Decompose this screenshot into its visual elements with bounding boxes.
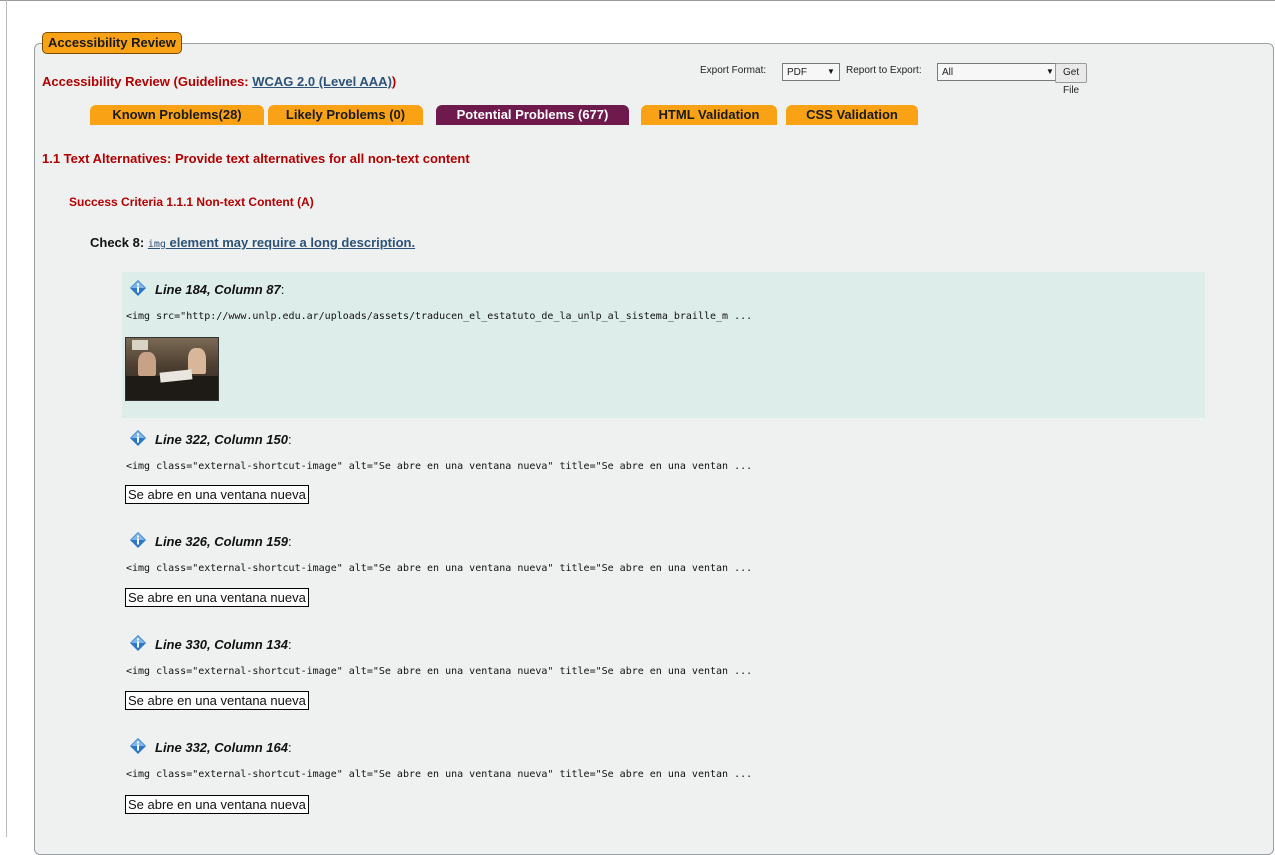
guidelines-link[interactable]: WCAG 2.0 (Level AAA) xyxy=(252,74,392,89)
item-location: Line 326, Column 159: xyxy=(130,532,292,549)
item-thumbnail-image xyxy=(125,337,219,401)
item-location: Line 332, Column 164: xyxy=(130,738,292,755)
chevron-down-icon: ▼ xyxy=(827,67,835,76)
check-link[interactable]: img element may require a long descripti… xyxy=(148,235,415,250)
title-prefix: Accessibility Review (Guidelines: xyxy=(42,74,253,89)
tab-known-problems[interactable]: Known Problems(28) xyxy=(90,105,264,125)
item-code: <img class="external-shortcut-image" alt… xyxy=(126,769,753,780)
item-alt-text: Se abre en una ventana nueva xyxy=(125,588,309,607)
check-prefix: Check 8: xyxy=(90,235,148,250)
check-heading: Check 8: img element may require a long … xyxy=(90,235,415,250)
info-icon xyxy=(130,635,146,651)
panel-legend: Accessibility Review xyxy=(42,32,182,54)
item-location: Line 330, Column 134: xyxy=(130,635,292,652)
item-location-text: Line 326, Column 159 xyxy=(155,534,288,549)
item-alt-text: Se abre en una ventana nueva xyxy=(125,795,309,814)
report-to-export-select[interactable]: All ▼ xyxy=(937,63,1059,81)
check-link-text: element may require a long description. xyxy=(165,235,416,250)
item-location-text: Line 184, Column 87 xyxy=(155,282,281,297)
info-icon xyxy=(130,280,146,296)
get-file-button[interactable]: Get File xyxy=(1055,63,1088,96)
item-location-text: Line 332, Column 164 xyxy=(155,740,288,755)
export-format-label: Export Format: xyxy=(700,65,767,76)
highlighted-item xyxy=(122,272,1205,418)
item-code: <img src="http://www.unlp.edu.ar/uploads… xyxy=(126,311,753,322)
title-suffix: ) xyxy=(391,74,397,89)
info-icon xyxy=(130,532,146,548)
tab-html-validation[interactable]: HTML Validation xyxy=(641,105,777,125)
item-alt-text: Se abre en una ventana nueva xyxy=(125,691,309,710)
export-format-value: PDF xyxy=(787,67,807,78)
export-format-select[interactable]: PDF ▼ xyxy=(782,63,840,81)
tab-likely-problems[interactable]: Likely Problems (0) xyxy=(268,105,423,125)
item-code: <img class="external-shortcut-image" alt… xyxy=(126,666,753,677)
item-location-text: Line 322, Column 150 xyxy=(155,432,288,447)
item-location-text: Line 330, Column 134 xyxy=(155,637,288,652)
tab-css-validation[interactable]: CSS Validation xyxy=(786,105,918,125)
guideline-heading: 1.1 Text Alternatives: Provide text alte… xyxy=(42,151,470,166)
item-code: <img class="external-shortcut-image" alt… xyxy=(126,563,753,574)
check-code: img xyxy=(147,239,166,250)
item-alt-text: Se abre en una ventana nueva xyxy=(125,485,309,504)
info-icon xyxy=(130,738,146,754)
success-criteria-heading: Success Criteria 1.1.1 Non-text Content … xyxy=(69,195,314,209)
review-title: Accessibility Review (Guidelines: WCAG 2… xyxy=(42,74,396,89)
report-to-export-label: Report to Export: xyxy=(846,65,922,76)
report-to-export-value: All xyxy=(942,67,954,78)
window-top-border xyxy=(0,0,1275,1)
item-code: <img class="external-shortcut-image" alt… xyxy=(126,461,753,472)
tab-potential-problems[interactable]: Potential Problems (677) xyxy=(436,105,629,125)
item-location: Line 322, Column 150: xyxy=(130,430,292,447)
item-location: Line 184, Column 87: xyxy=(130,280,284,297)
info-icon xyxy=(130,430,146,446)
window-left-border xyxy=(6,0,7,837)
